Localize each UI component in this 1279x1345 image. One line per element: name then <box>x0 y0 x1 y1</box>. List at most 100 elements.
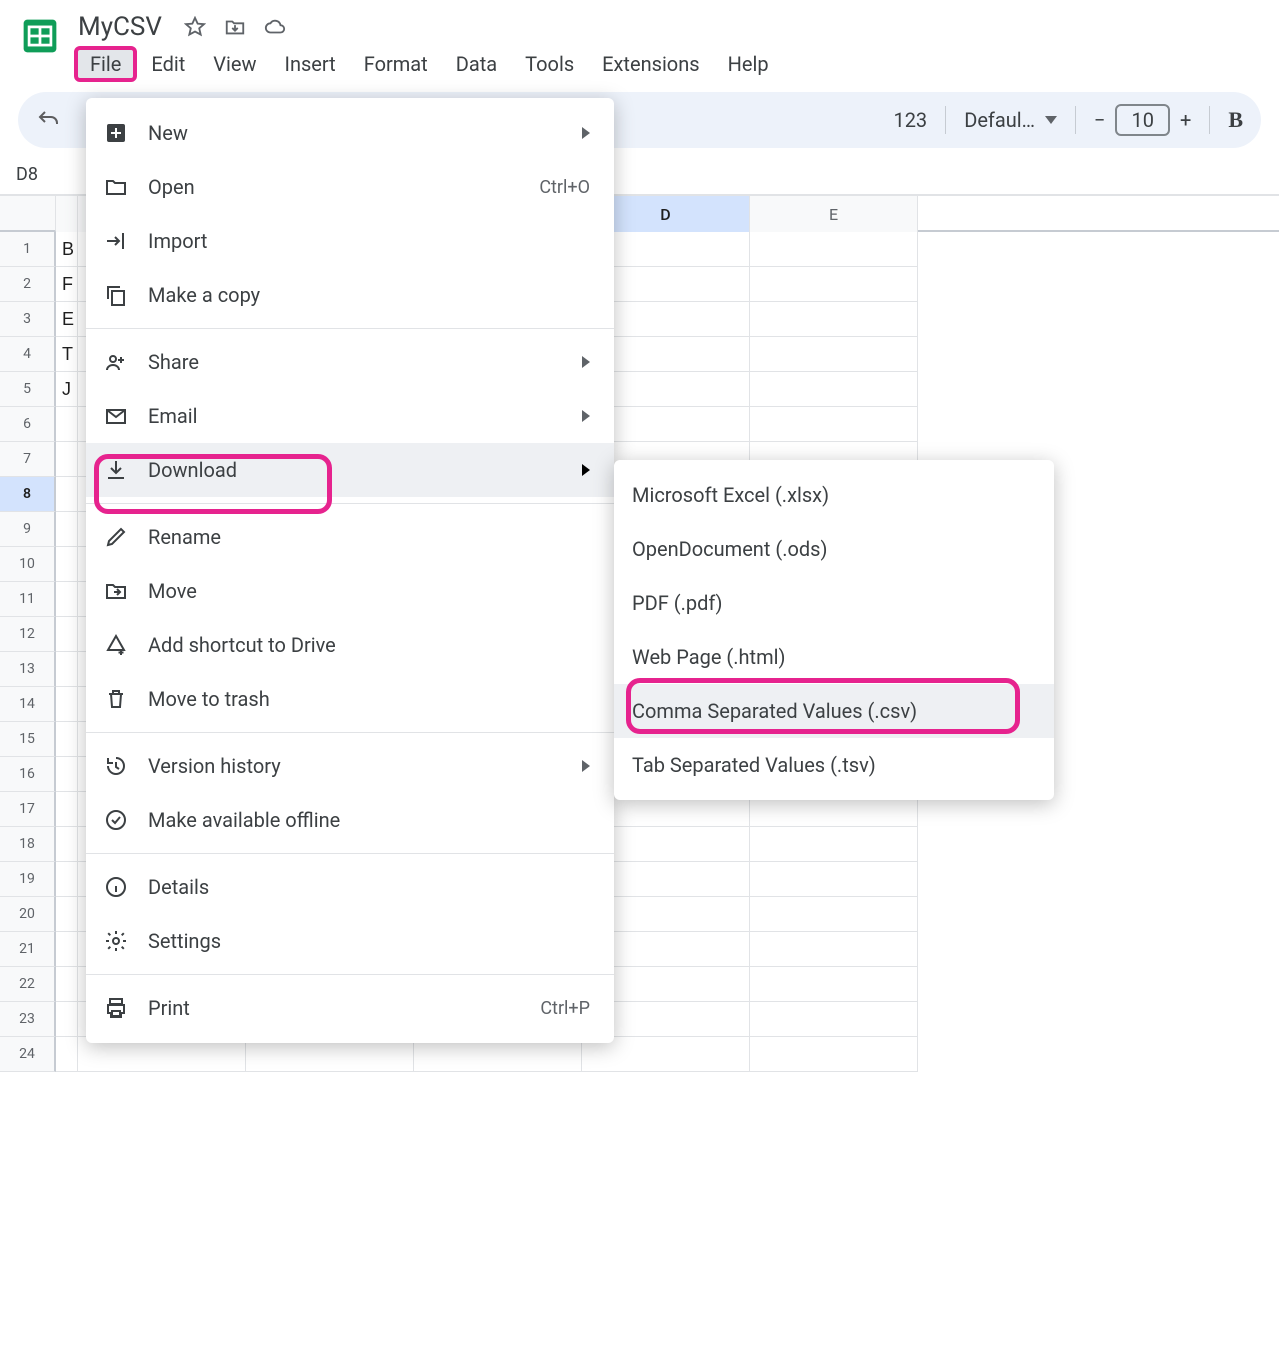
cell[interactable] <box>750 232 918 267</box>
download-csv[interactable]: Comma Separated Values (.csv) <box>614 684 1054 738</box>
download-xlsx[interactable]: Microsoft Excel (.xlsx) <box>614 468 1054 522</box>
menu-insert[interactable]: Insert <box>271 48 350 80</box>
font-picker[interactable]: Defaul… <box>964 108 1057 132</box>
menu-format[interactable]: Format <box>350 48 442 80</box>
row-header[interactable]: 22 <box>0 967 56 1002</box>
cell[interactable] <box>750 1002 918 1037</box>
cell[interactable] <box>56 1002 78 1037</box>
menu-item-import[interactable]: Import <box>86 214 614 268</box>
cell[interactable] <box>750 372 918 407</box>
row-header[interactable]: 3 <box>0 302 56 337</box>
row-header[interactable]: 1 <box>0 232 56 267</box>
undo-icon[interactable] <box>36 108 60 132</box>
bold-button[interactable]: B <box>1228 107 1243 133</box>
row-header[interactable]: 9 <box>0 512 56 547</box>
font-size-decrease[interactable]: − <box>1094 108 1105 132</box>
row-header[interactable]: 2 <box>0 267 56 302</box>
row-header[interactable]: 17 <box>0 792 56 827</box>
cell[interactable]: E <box>56 302 78 337</box>
cell[interactable] <box>56 617 78 652</box>
menu-item-make-copy[interactable]: Make a copy <box>86 268 614 322</box>
row-header[interactable]: 7 <box>0 442 56 477</box>
cell[interactable]: F <box>56 267 78 302</box>
cell[interactable] <box>56 512 78 547</box>
cell[interactable] <box>56 722 78 757</box>
cell[interactable] <box>56 967 78 1002</box>
cell[interactable] <box>750 932 918 967</box>
cell[interactable] <box>56 792 78 827</box>
cell[interactable] <box>56 547 78 582</box>
font-size-value[interactable]: 10 <box>1115 104 1169 136</box>
row-header[interactable]: 14 <box>0 687 56 722</box>
cell[interactable] <box>56 442 78 477</box>
cell[interactable] <box>56 582 78 617</box>
row-header[interactable]: 6 <box>0 407 56 442</box>
menu-item-print[interactable]: Print Ctrl+P <box>86 981 614 1035</box>
menu-file[interactable]: File <box>74 46 137 82</box>
row-header[interactable]: 12 <box>0 617 56 652</box>
row-header[interactable]: 19 <box>0 862 56 897</box>
cell[interactable] <box>56 862 78 897</box>
cell[interactable] <box>750 407 918 442</box>
menu-item-settings[interactable]: Settings <box>86 914 614 968</box>
row-header[interactable]: 8 <box>0 477 56 512</box>
cell[interactable] <box>750 967 918 1002</box>
select-all-corner[interactable] <box>0 196 56 232</box>
col-header[interactable] <box>56 196 78 232</box>
row-header[interactable]: 5 <box>0 372 56 407</box>
menu-item-version-history[interactable]: Version history <box>86 739 614 793</box>
menu-view[interactable]: View <box>199 48 270 80</box>
menu-item-rename[interactable]: Rename <box>86 510 614 564</box>
row-header[interactable]: 4 <box>0 337 56 372</box>
cell[interactable]: B <box>56 232 78 267</box>
cloud-status-icon[interactable] <box>264 16 286 38</box>
star-icon[interactable] <box>184 16 206 38</box>
cell[interactable] <box>750 302 918 337</box>
menu-tools[interactable]: Tools <box>511 48 588 80</box>
move-folder-icon[interactable] <box>224 16 246 38</box>
menu-item-share[interactable]: Share <box>86 335 614 389</box>
row-header[interactable]: 11 <box>0 582 56 617</box>
sheets-logo[interactable] <box>18 14 62 58</box>
download-ods[interactable]: OpenDocument (.ods) <box>614 522 1054 576</box>
cell[interactable] <box>56 897 78 932</box>
download-html[interactable]: Web Page (.html) <box>614 630 1054 684</box>
cell[interactable]: T <box>56 337 78 372</box>
menu-item-new[interactable]: New <box>86 106 614 160</box>
cell[interactable] <box>56 757 78 792</box>
cell[interactable] <box>56 652 78 687</box>
menu-item-trash[interactable]: Move to trash <box>86 672 614 726</box>
menu-item-add-shortcut[interactable]: Add shortcut to Drive <box>86 618 614 672</box>
row-header[interactable]: 18 <box>0 827 56 862</box>
row-header[interactable]: 20 <box>0 897 56 932</box>
cell[interactable] <box>750 1037 918 1072</box>
cell[interactable] <box>750 827 918 862</box>
row-header[interactable]: 10 <box>0 547 56 582</box>
col-header[interactable]: E <box>750 196 918 232</box>
font-size-increase[interactable]: + <box>1180 108 1191 132</box>
menu-item-open[interactable]: Open Ctrl+O <box>86 160 614 214</box>
row-header[interactable]: 21 <box>0 932 56 967</box>
cell[interactable] <box>56 407 78 442</box>
number-format-button[interactable]: 123 <box>893 108 927 132</box>
doc-title[interactable]: MyCSV <box>74 10 166 44</box>
cell[interactable] <box>56 827 78 862</box>
download-tsv[interactable]: Tab Separated Values (.tsv) <box>614 738 1054 792</box>
cell[interactable] <box>56 687 78 722</box>
menu-extensions[interactable]: Extensions <box>588 48 713 80</box>
cell[interactable] <box>56 1037 78 1072</box>
cell[interactable] <box>750 897 918 932</box>
download-pdf[interactable]: PDF (.pdf) <box>614 576 1054 630</box>
menu-item-move[interactable]: Move <box>86 564 614 618</box>
row-header[interactable]: 24 <box>0 1037 56 1072</box>
menu-item-offline[interactable]: Make available offline <box>86 793 614 847</box>
cell[interactable] <box>56 477 78 512</box>
cell[interactable] <box>750 862 918 897</box>
row-header[interactable]: 15 <box>0 722 56 757</box>
menu-item-download[interactable]: Download <box>86 443 614 497</box>
cell[interactable]: J <box>56 372 78 407</box>
menu-item-email[interactable]: Email <box>86 389 614 443</box>
menu-item-details[interactable]: Details <box>86 860 614 914</box>
row-header[interactable]: 13 <box>0 652 56 687</box>
row-header[interactable]: 23 <box>0 1002 56 1037</box>
